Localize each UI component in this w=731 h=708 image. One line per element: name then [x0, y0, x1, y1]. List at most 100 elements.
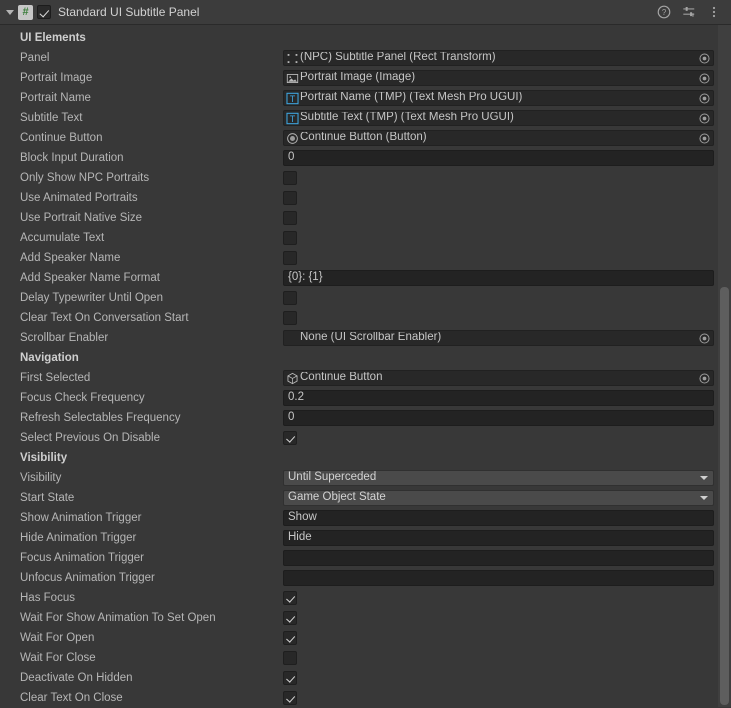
component-header[interactable]: # Standard UI Subtitle Panel ? — [0, 0, 731, 25]
text-input-field[interactable]: 0 — [283, 150, 714, 166]
toggle-checkbox[interactable] — [283, 591, 297, 605]
text-input-field[interactable]: 0 — [283, 410, 714, 426]
property-label: Focus Animation Trigger — [20, 552, 145, 564]
object-field-value: Continue Button — [300, 371, 383, 383]
object-picker-icon[interactable] — [696, 131, 712, 145]
toggle-checkbox[interactable] — [283, 671, 297, 685]
property-field-zone: T Portrait Name (TMP) (Text Mesh Pro UGUI… — [283, 90, 731, 106]
toggle-checkbox[interactable] — [283, 691, 297, 705]
property-label: Use Animated Portraits — [20, 192, 138, 204]
text-input-value: 0 — [288, 150, 295, 163]
property-row: Select Previous On Disable — [0, 428, 731, 448]
property-field-zone: T Subtitle Text (TMP) (Text Mesh Pro UGUI… — [283, 110, 731, 126]
preset-icon[interactable] — [682, 5, 696, 19]
property-row: Panel (NPC) Subtitle Panel (Rect Transfor… — [0, 48, 731, 68]
property-label: Block Input Duration — [20, 152, 124, 164]
toggle-checkbox[interactable] — [283, 211, 297, 225]
text-input-field[interactable]: 0.2 — [283, 390, 714, 406]
toggle-checkbox[interactable] — [283, 231, 297, 245]
property-row: Use Portrait Native Size — [0, 208, 731, 228]
property-field-zone: Until Superceded — [283, 470, 731, 486]
property-field-zone — [283, 211, 731, 225]
object-picker-icon[interactable] — [696, 71, 712, 85]
section-header: UI Elements — [20, 32, 86, 44]
none-icon — [286, 332, 299, 345]
object-reference-field[interactable]: Portrait Image (Image) — [283, 70, 714, 86]
property-field-zone: Continue Button — [283, 370, 731, 386]
property-label: Wait For Show Animation To Set Open — [20, 612, 216, 624]
object-reference-field[interactable]: T Subtitle Text (TMP) (Text Mesh Pro UGUI… — [283, 110, 714, 126]
toggle-checkbox[interactable] — [283, 431, 297, 445]
property-field-zone: {0}: {1} — [283, 270, 731, 286]
object-field-value: Subtitle Text (TMP) (Text Mesh Pro UGUI) — [300, 111, 514, 123]
vertical-scrollbar[interactable] — [718, 25, 731, 707]
text-input-value: 0 — [288, 410, 295, 423]
property-field-zone — [283, 671, 731, 685]
property-label: Hide Animation Trigger — [20, 532, 137, 544]
property-field-zone: None (UI Scrollbar Enabler) — [283, 330, 731, 346]
property-field-zone: Hide — [283, 530, 731, 546]
property-row: Continue Button Continue Button (Button) — [0, 128, 731, 148]
property-label: Start State — [20, 492, 75, 504]
toggle-checkbox[interactable] — [283, 611, 297, 625]
chevron-down-icon — [700, 496, 708, 500]
svg-text:?: ? — [662, 8, 667, 17]
property-field-zone — [283, 191, 731, 205]
dropdown-select[interactable]: Game Object State — [283, 490, 714, 506]
dropdown-select[interactable]: Until Superceded — [283, 470, 714, 486]
toggle-checkbox[interactable] — [283, 631, 297, 645]
component-enabled-checkbox[interactable] — [37, 5, 51, 19]
text-input-field[interactable] — [283, 550, 714, 566]
object-picker-icon[interactable] — [696, 91, 712, 105]
section-header: Visibility — [20, 452, 68, 464]
image-component-icon — [286, 72, 299, 85]
text-input-value: Show — [288, 510, 317, 523]
textmeshpro-icon: T — [286, 92, 299, 105]
property-field-zone: Game Object State — [283, 490, 731, 506]
toggle-checkbox[interactable] — [283, 251, 297, 265]
toggle-checkbox[interactable] — [283, 291, 297, 305]
property-row: Subtitle Text T Subtitle Text (TMP) (Text … — [0, 108, 731, 128]
toggle-checkbox[interactable] — [283, 651, 297, 665]
text-input-field[interactable]: Show — [283, 510, 714, 526]
property-field-zone: Continue Button (Button) — [283, 130, 731, 146]
object-picker-icon[interactable] — [696, 111, 712, 125]
help-icon[interactable]: ? — [657, 5, 671, 19]
more-menu-icon[interactable] — [707, 5, 721, 19]
object-field-value: None (UI Scrollbar Enabler) — [300, 331, 442, 343]
property-label: Portrait Image — [20, 72, 93, 84]
object-reference-field[interactable]: Continue Button (Button) — [283, 130, 714, 146]
property-field-zone — [283, 431, 731, 445]
inspector-body: UI Elements Panel (NPC) Subtitle Panel (Re… — [0, 25, 731, 708]
property-row: Clear Text On Conversation Start — [0, 308, 731, 328]
property-row: Portrait Image Portrait Image (Image) — [0, 68, 731, 88]
text-input-value: Hide — [288, 530, 312, 543]
rect-transform-icon — [286, 52, 299, 65]
object-reference-field[interactable]: T Portrait Name (TMP) (Text Mesh Pro UGUI… — [283, 90, 714, 106]
property-row: Portrait Name T Portrait Name (TMP) (Text … — [0, 88, 731, 108]
object-reference-field[interactable]: Continue Button — [283, 370, 714, 386]
object-picker-icon[interactable] — [696, 371, 712, 385]
object-picker-icon[interactable] — [696, 331, 712, 345]
object-field-value: Portrait Name (TMP) (Text Mesh Pro UGUI) — [300, 91, 523, 103]
text-input-value: {0}: {1} — [288, 270, 323, 283]
foldout-arrow-icon[interactable] — [4, 6, 17, 19]
text-input-field[interactable] — [283, 570, 714, 586]
property-label: Portrait Name — [20, 92, 91, 104]
object-reference-field[interactable]: None (UI Scrollbar Enabler) — [283, 330, 714, 346]
scrollbar-thumb[interactable] — [720, 287, 729, 705]
toggle-checkbox[interactable] — [283, 171, 297, 185]
property-row: Add Speaker Name Format {0}: {1} — [0, 268, 731, 288]
toggle-checkbox[interactable] — [283, 311, 297, 325]
text-input-field[interactable]: Hide — [283, 530, 714, 546]
property-field-zone: 0 — [283, 150, 731, 166]
text-input-field[interactable]: {0}: {1} — [283, 270, 714, 286]
property-label: Use Portrait Native Size — [20, 212, 143, 224]
textmeshpro-icon: T — [286, 112, 299, 125]
property-row: Use Animated Portraits — [0, 188, 731, 208]
object-picker-icon[interactable] — [696, 51, 712, 65]
property-label: Subtitle Text — [20, 112, 83, 124]
property-label: Select Previous On Disable — [20, 432, 160, 444]
object-reference-field[interactable]: (NPC) Subtitle Panel (Rect Transform) — [283, 50, 714, 66]
toggle-checkbox[interactable] — [283, 191, 297, 205]
